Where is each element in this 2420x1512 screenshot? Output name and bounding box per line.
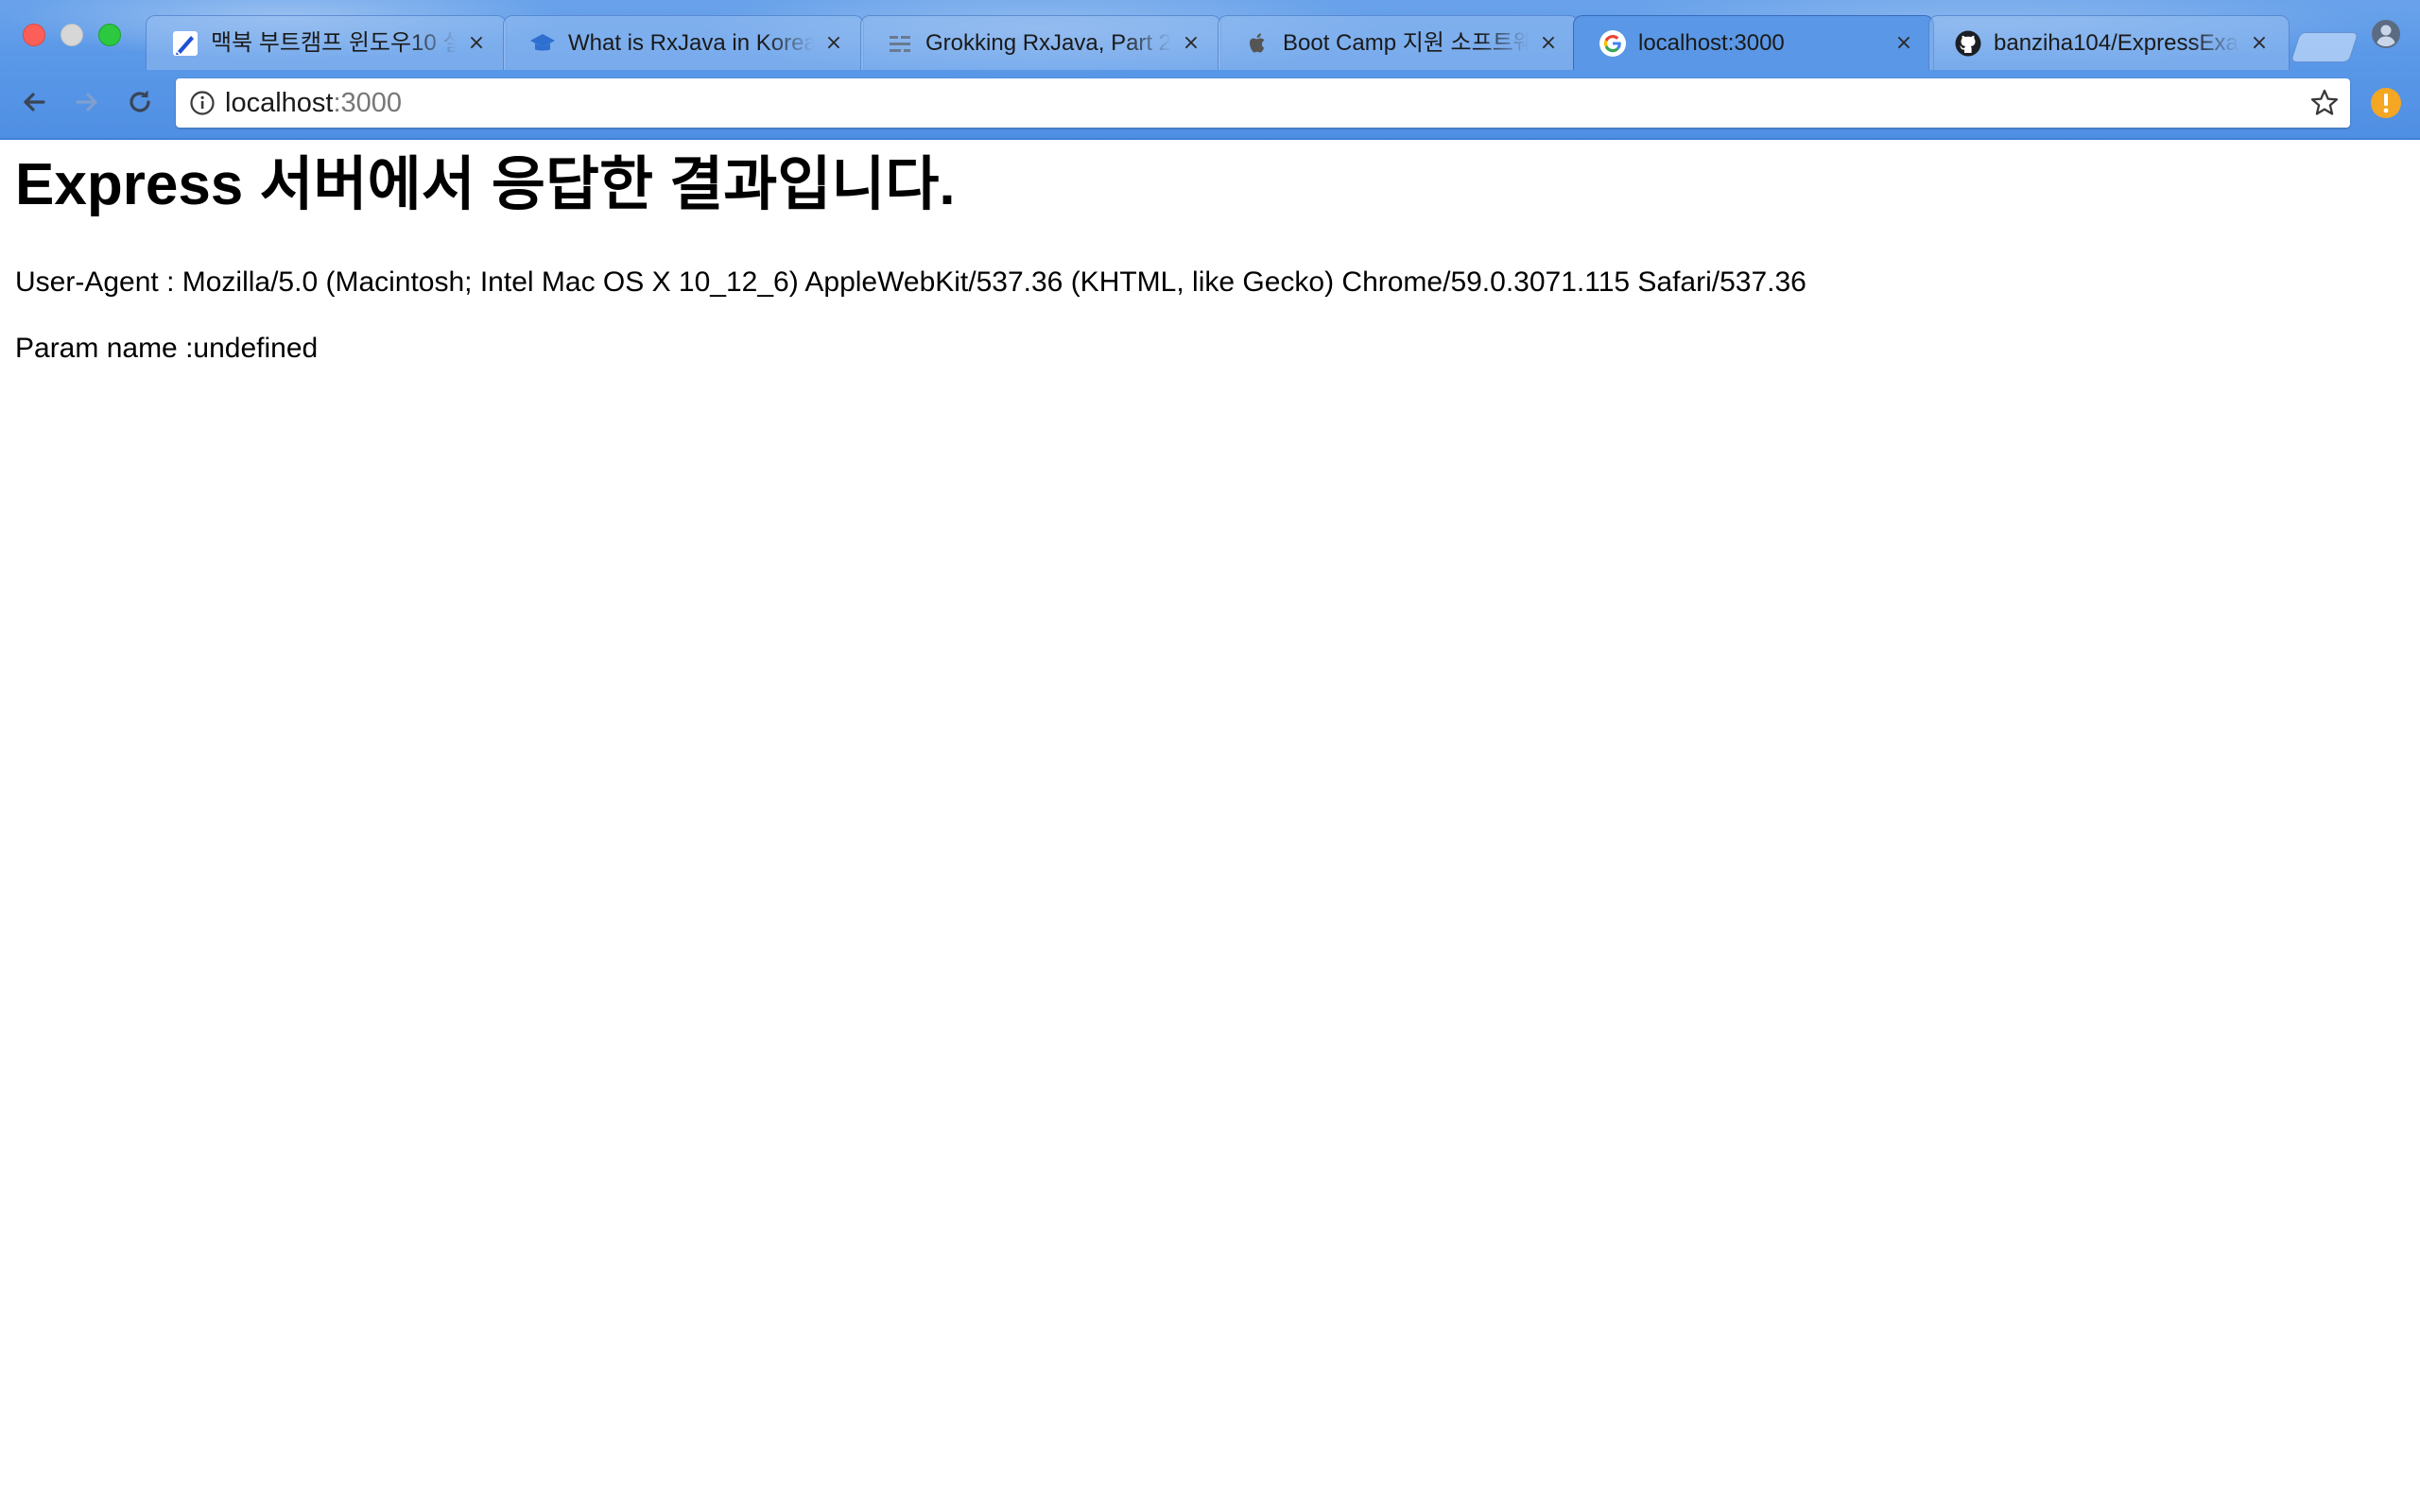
bookmark-star-icon[interactable] xyxy=(2308,87,2341,119)
address-bar[interactable]: localhost:3000 xyxy=(176,78,2350,128)
tab-close-icon[interactable]: × xyxy=(462,29,491,58)
user-agent-text: User-Agent : Mozilla/5.0 (Macintosh; Int… xyxy=(15,266,1806,298)
tab-github-express-example[interactable]: banziha104/ExpressExample × xyxy=(1928,15,2290,70)
new-tab-button[interactable] xyxy=(2290,32,2360,62)
tab-close-icon[interactable]: × xyxy=(1534,29,1563,58)
tab-boot-camp-support[interactable]: Boot Camp 지원 소프트웨어 × xyxy=(1218,15,1579,70)
profile-icon[interactable] xyxy=(2371,19,2401,49)
tab-rxjava-korean[interactable]: What is RxJava in Korean × xyxy=(503,15,864,70)
tab-title: What is RxJava in Korean xyxy=(568,30,814,56)
github-favicon-icon xyxy=(1954,29,1982,58)
window-maximize-button[interactable] xyxy=(98,24,121,46)
tab-title: localhost:3000 xyxy=(1638,30,1785,56)
browser-window: 맥북 부트캠프 윈도우10 설치 × What is RxJava in Kor… xyxy=(0,0,2420,1512)
tab-localhost-3000[interactable]: localhost:3000 × xyxy=(1573,15,1934,70)
lines-favicon-icon xyxy=(886,29,914,58)
tab-title: Boot Camp 지원 소프트웨어 xyxy=(1283,30,1529,56)
url-port: :3000 xyxy=(333,88,403,118)
tab-close-icon[interactable]: × xyxy=(820,29,848,58)
url-text[interactable]: localhost:3000 xyxy=(225,78,402,128)
page-heading: Express 서버에서 응답한 결과입니다. xyxy=(15,152,956,217)
tab-close-icon[interactable]: × xyxy=(1177,29,1205,58)
tab-title: banziha104/ExpressExample xyxy=(1994,30,2239,56)
param-name-text: Param name :undefined xyxy=(15,333,319,364)
tab-grokking-rxjava[interactable]: Grokking RxJava, Part 2 × xyxy=(860,15,1221,70)
forward-arrow-icon[interactable] xyxy=(68,83,106,121)
browser-toolbar: localhost:3000 xyxy=(0,70,2420,138)
graduation-cap-favicon-icon xyxy=(528,29,557,58)
pencil-favicon-icon xyxy=(171,29,199,58)
google-favicon-icon xyxy=(1599,29,1627,58)
window-close-button[interactable] xyxy=(23,24,45,46)
tab-close-icon[interactable]: × xyxy=(1890,29,1918,58)
reload-icon[interactable] xyxy=(121,83,159,121)
page-content: Express 서버에서 응답한 결과입니다. User-Agent : Moz… xyxy=(0,140,2420,1512)
url-host: localhost xyxy=(225,88,334,118)
tab-close-icon[interactable]: × xyxy=(2245,29,2273,58)
tab-macbook-bootcamp[interactable]: 맥북 부트캠프 윈도우10 설치 × xyxy=(146,15,507,70)
browser-chrome: 맥북 부트캠프 윈도우10 설치 × What is RxJava in Kor… xyxy=(0,0,2420,140)
tab-title: 맥북 부트캠프 윈도우10 설치 xyxy=(211,30,457,56)
info-icon[interactable] xyxy=(189,90,216,116)
tab-title: Grokking RxJava, Part 2 xyxy=(925,30,1171,56)
apple-favicon-icon xyxy=(1243,29,1271,58)
warning-icon[interactable] xyxy=(2369,86,2403,120)
window-minimize-button[interactable] xyxy=(60,24,83,46)
back-arrow-icon[interactable] xyxy=(15,83,53,121)
